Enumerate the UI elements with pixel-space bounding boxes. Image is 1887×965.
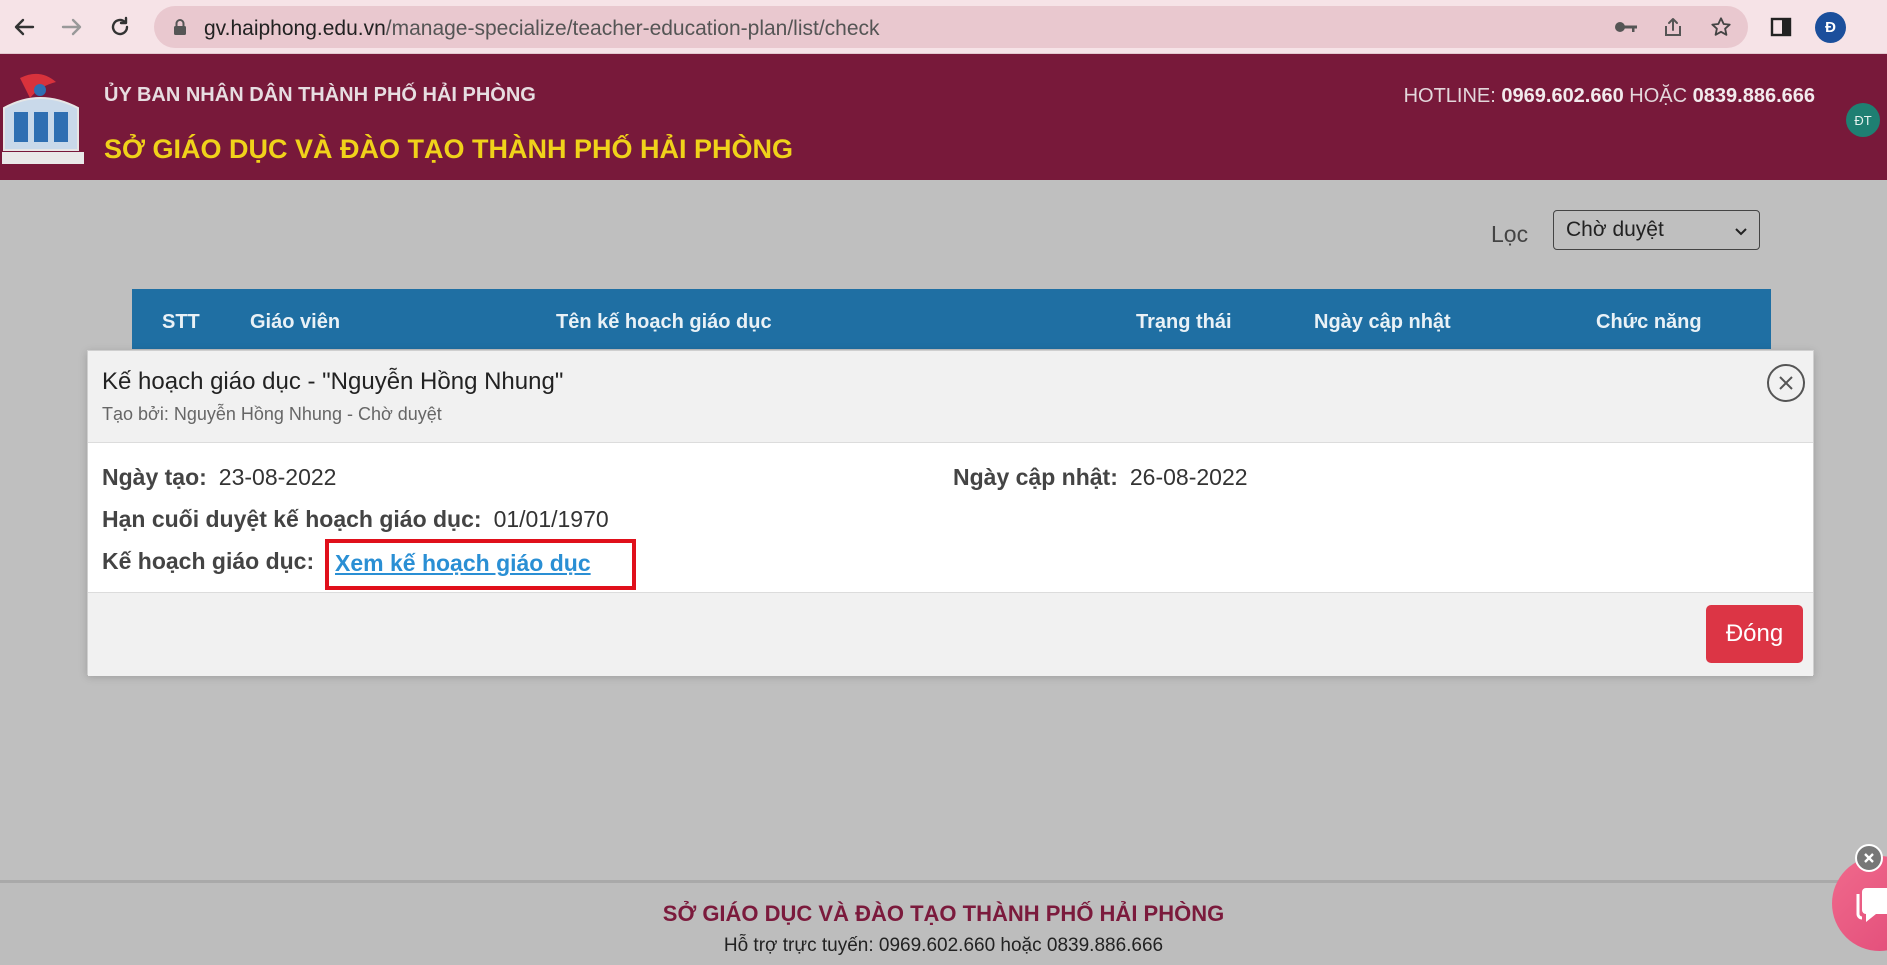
profile-avatar[interactable]: Đ [1815, 12, 1846, 43]
education-plan-modal: Kế hoạch giáo dục - "Nguyễn Hồng Nhung" … [87, 350, 1814, 676]
column-status: Trạng thái [1136, 311, 1232, 333]
close-icon [1779, 376, 1793, 390]
hotline-number-2: 0839.886.666 [1692, 85, 1815, 107]
hotline-number-1: 0969.602.660 [1501, 85, 1624, 107]
view-plan-link[interactable]: Xem kế hoạch giáo dục [335, 550, 591, 577]
plan-field: Kế hoạch giáo dục: [102, 548, 326, 575]
status-filter-select[interactable]: Chờ duyệt [1553, 210, 1760, 250]
site-logo[interactable] [0, 68, 86, 168]
column-plan-name: Tên kế hoạch giáo dục [556, 311, 772, 333]
modal-title: Kế hoạch giáo dục - "Nguyễn Hồng Nhung" [102, 368, 564, 395]
filter-label: Lọc [1491, 221, 1529, 247]
chevron-down-icon [1735, 228, 1747, 236]
chat-dismiss-button[interactable] [1855, 844, 1883, 872]
key-icon[interactable] [1614, 15, 1638, 39]
table-header: STT Giáo viên Tên kế hoạch giáo dục Trạn… [132, 289, 1771, 349]
hotline-label: HOTLINE: [1403, 85, 1496, 107]
created-date-label: Ngày tạo: [102, 464, 207, 490]
modal-footer: Đóng [88, 592, 1813, 676]
browser-toolbar: gv.haiphong.edu.vn/manage-specialize/tea… [0, 0, 1887, 54]
url-path: /manage-specialize/teacher-education-pla… [385, 17, 880, 40]
back-button[interactable] [9, 12, 39, 42]
url-text[interactable]: gv.haiphong.edu.vn/manage-specialize/tea… [204, 17, 880, 41]
updated-date-label: Ngày cập nhật: [953, 464, 1118, 490]
footer-org-name: SỞ GIÁO DỤC VÀ ĐÀO TẠO THÀNH PHỐ HẢI PHÒ… [662, 901, 1225, 926]
url-host: gv.haiphong.edu.vn [204, 17, 386, 40]
hotline-or: HOẶC [1629, 85, 1688, 107]
modal-header: Kế hoạch giáo dục - "Nguyễn Hồng Nhung" … [88, 351, 1813, 443]
arrow-left-icon [14, 18, 35, 36]
deadline-field: Hạn cuối duyệt kế hoạch giáo dục: 01/01/1… [102, 506, 609, 533]
chat-bubble-icon [1856, 888, 1887, 922]
site-footer: SỞ GIÁO DỤC VÀ ĐÀO TẠO THÀNH PHỐ HẢI PHÒ… [0, 880, 1887, 965]
filter-selected-value: Chờ duyệt [1566, 218, 1664, 241]
created-date-field: Ngày tạo: 23-08-2022 [102, 464, 336, 491]
plan-label: Kế hoạch giáo dục: [102, 548, 315, 574]
share-icon[interactable] [1661, 15, 1685, 39]
site-header: ỦY BAN NHÂN DÂN THÀNH PHỐ HẢI PHÒNG SỞ G… [0, 54, 1887, 180]
modal-close-button[interactable] [1767, 364, 1805, 402]
updated-date-field: Ngày cập nhật: 26-08-2022 [953, 464, 1248, 491]
lock-icon[interactable] [168, 15, 192, 39]
column-actions: Chức năng [1596, 311, 1702, 333]
created-date-value: 23-08-2022 [218, 464, 337, 490]
column-updated-date: Ngày cập nhật [1314, 311, 1451, 333]
updated-date-value: 26-08-2022 [1129, 464, 1248, 490]
close-icon [1864, 853, 1874, 863]
forward-button[interactable] [57, 12, 87, 42]
reload-button[interactable] [105, 12, 135, 42]
hotline: HOTLINE: 0969.602.660 HOẶC 0839.886.666 [1404, 85, 1815, 108]
column-teacher: Giáo viên [250, 311, 341, 333]
user-badge[interactable]: ĐT [1846, 103, 1880, 137]
logo-emblem-icon [2, 73, 84, 164]
arrow-right-icon [61, 18, 82, 36]
star-icon[interactable] [1709, 15, 1733, 39]
reload-icon [111, 16, 129, 36]
side-panel-icon [1770, 17, 1792, 37]
deadline-value: 01/01/1970 [493, 506, 609, 532]
org-name-line2: SỞ GIÁO DỤC VÀ ĐÀO TẠO THÀNH PHỐ HẢI PHÒ… [104, 134, 794, 164]
column-stt: STT [162, 311, 200, 333]
footer-support: Hỗ trợ trực tuyến: 0969.602.660 hoặc 083… [723, 935, 1164, 956]
modal-subtitle: Tạo bởi: Nguyễn Hồng Nhung - Chờ duyệt [102, 404, 442, 424]
org-name-line1: ỦY BAN NHÂN DÂN THÀNH PHỐ HẢI PHÒNG [104, 84, 536, 106]
deadline-label: Hạn cuối duyệt kế hoạch giáo dục: [102, 506, 482, 532]
side-panel-button[interactable] [1766, 12, 1796, 42]
address-bar[interactable]: gv.haiphong.edu.vn/manage-specialize/tea… [154, 6, 1748, 48]
close-button[interactable]: Đóng [1706, 605, 1803, 663]
